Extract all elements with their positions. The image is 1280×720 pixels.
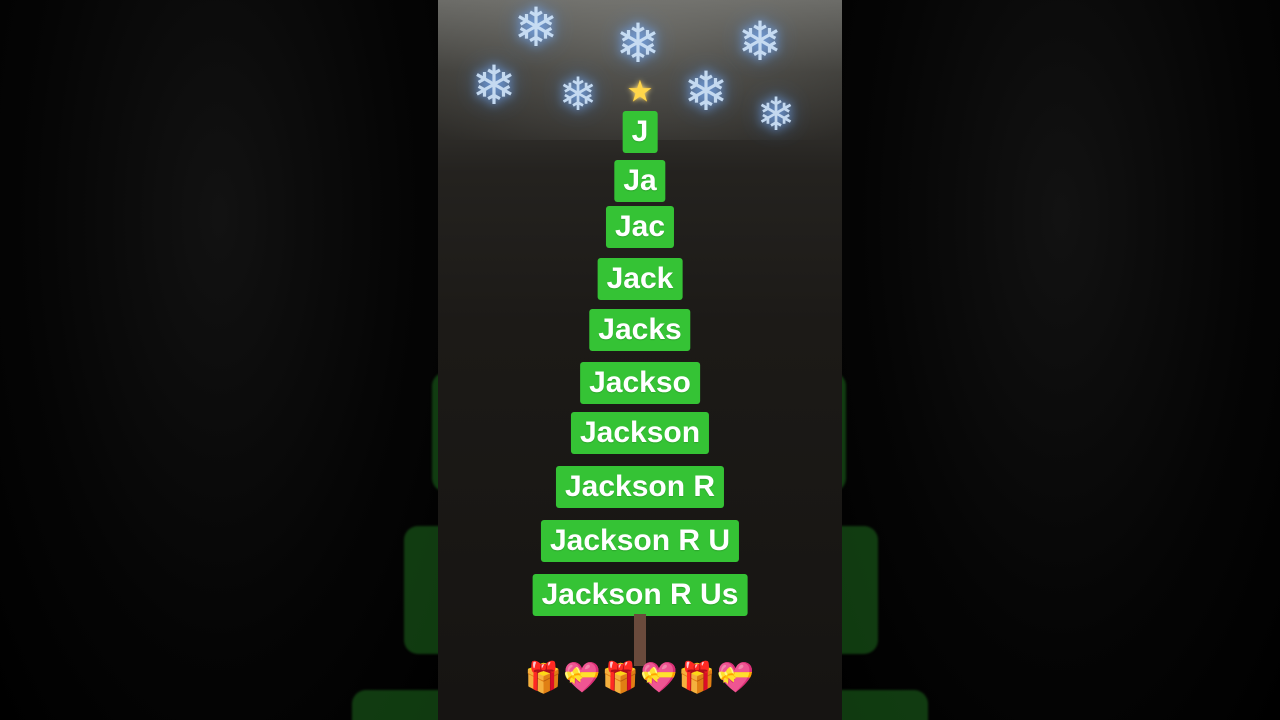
tree-row: Ja: [614, 160, 666, 202]
tree-trunk: [634, 614, 646, 666]
tree-row: Jacks: [589, 309, 691, 351]
gift-row: 🎁💝🎁💝🎁💝: [525, 661, 755, 696]
tree-row: Jackson: [570, 412, 710, 454]
tree-row: Jack: [597, 258, 683, 300]
tree-row: Jackso: [580, 362, 700, 404]
gift-icon: 🎁: [678, 661, 717, 695]
name-tree: J Ja Jac Jack Jacks Jackso Jackson Jacks…: [0, 0, 1280, 720]
tree-row: Jackson R Us: [532, 574, 748, 616]
gift-icon: 🎁: [524, 661, 564, 695]
gift-icon: 🎁: [601, 661, 640, 695]
tree-row: Jac: [605, 206, 675, 248]
heart-gift-icon: 💝: [640, 661, 679, 695]
heart-gift-icon: 💝: [563, 661, 602, 695]
tree-row: J: [622, 111, 658, 153]
heart-gift-icon: 💝: [716, 661, 756, 695]
tree-row: Jackson R: [555, 466, 725, 508]
tree-row: Jackson R U: [540, 520, 740, 562]
